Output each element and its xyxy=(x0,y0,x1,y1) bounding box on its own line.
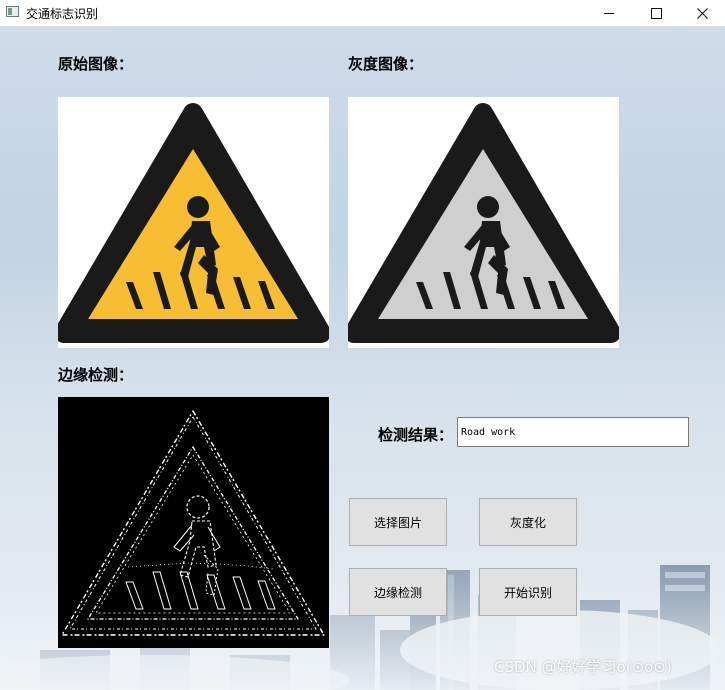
edge-detection-sign xyxy=(61,410,325,636)
original-image-label: 原始图像： xyxy=(58,55,134,73)
edge-detection-image xyxy=(58,397,329,648)
original-image xyxy=(58,97,329,348)
watermark: CSDN @好好学习o(⊙o⊙) xyxy=(494,658,672,676)
title-bar: 交通标志识别 xyxy=(0,0,725,26)
grayscale-button[interactable]: 灰度化 xyxy=(479,498,577,546)
gray-image-label: 灰度图像： xyxy=(348,55,424,73)
result-label: 检测结果： xyxy=(378,426,454,444)
close-button[interactable] xyxy=(679,0,725,26)
maximize-button[interactable] xyxy=(633,0,679,26)
pedestrian-crossing-sign xyxy=(58,103,329,343)
close-icon xyxy=(696,7,708,19)
app-icon xyxy=(6,6,19,17)
app-window: 交通标志识别 原始图像： 灰度图像： 边缘检测： 检测结果： Road work… xyxy=(0,0,725,690)
minimize-button[interactable] xyxy=(586,0,632,26)
minimize-icon xyxy=(604,12,614,14)
start-recognize-button[interactable]: 开始识别 xyxy=(479,568,577,616)
maximize-icon xyxy=(650,7,662,19)
pedestrian-crossing-sign-gray xyxy=(348,103,619,343)
window-title: 交通标志识别 xyxy=(26,7,99,21)
edge-detection-label: 边缘检测： xyxy=(58,366,134,384)
grayscale-image xyxy=(348,97,619,348)
edge-detect-button[interactable]: 边缘检测 xyxy=(349,568,447,616)
result-field[interactable]: Road work xyxy=(457,417,689,447)
select-image-button[interactable]: 选择图片 xyxy=(349,498,447,546)
